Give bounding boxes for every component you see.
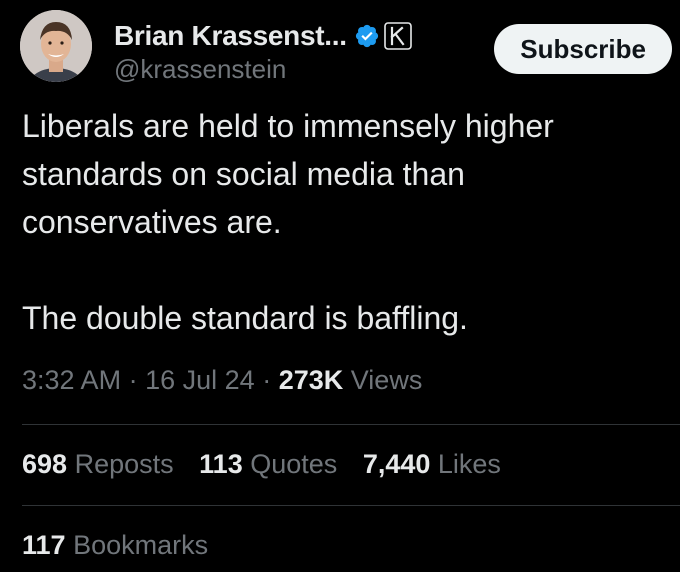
tweet-header: Brian Krassenst... @krassenstein Subscri…: [20, 10, 680, 85]
reposts-count: 698: [22, 449, 68, 479]
likes-label: Likes: [437, 449, 501, 479]
tweet-date[interactable]: 16 Jul 24: [145, 365, 255, 395]
tweet-time[interactable]: 3:32 AM: [22, 365, 121, 395]
meta-separator: ·: [128, 365, 138, 395]
avatar-image: [20, 10, 92, 82]
meta-separator: ·: [262, 365, 272, 395]
views-count[interactable]: 273K: [279, 365, 344, 395]
author-name-row: Brian Krassenst...: [114, 18, 412, 54]
quotes-label: Quotes: [250, 449, 338, 479]
verified-badge-icon: [354, 23, 380, 49]
tweet-meta: 3:32 AM · 16 Jul 24 · 273K Views: [22, 365, 422, 396]
likes-stat[interactable]: 7,440 Likes: [363, 449, 501, 480]
subscribe-button[interactable]: Subscribe: [494, 24, 672, 74]
tweet-paragraph: Liberals are held to immensely higher st…: [22, 108, 554, 240]
views-label[interactable]: Views: [351, 365, 423, 395]
bookmarks-count: 117: [22, 530, 66, 560]
divider: [22, 505, 680, 506]
quotes-count: 113: [199, 449, 243, 479]
k-affiliate-badge-icon[interactable]: [383, 22, 412, 50]
bookmarks-label: Bookmarks: [73, 530, 209, 560]
reposts-label: Reposts: [74, 449, 174, 479]
engagement-stats: 698 Reposts 113 Quotes 7,440 Likes: [22, 449, 519, 480]
likes-count: 7,440: [362, 449, 431, 479]
author-display-name[interactable]: Brian Krassenst...: [114, 20, 347, 52]
tweet-text: Liberals are held to immensely higher st…: [22, 102, 667, 342]
divider: [22, 424, 680, 425]
tweet-paragraph: The double standard is baffling.: [22, 300, 468, 336]
reposts-stat[interactable]: 698 Reposts: [22, 449, 174, 480]
author-handle[interactable]: @krassenstein: [114, 54, 286, 85]
bookmarks-stat[interactable]: 117 Bookmarks: [22, 530, 208, 561]
avatar[interactable]: [20, 10, 92, 82]
quotes-stat[interactable]: 113 Quotes: [199, 449, 337, 480]
